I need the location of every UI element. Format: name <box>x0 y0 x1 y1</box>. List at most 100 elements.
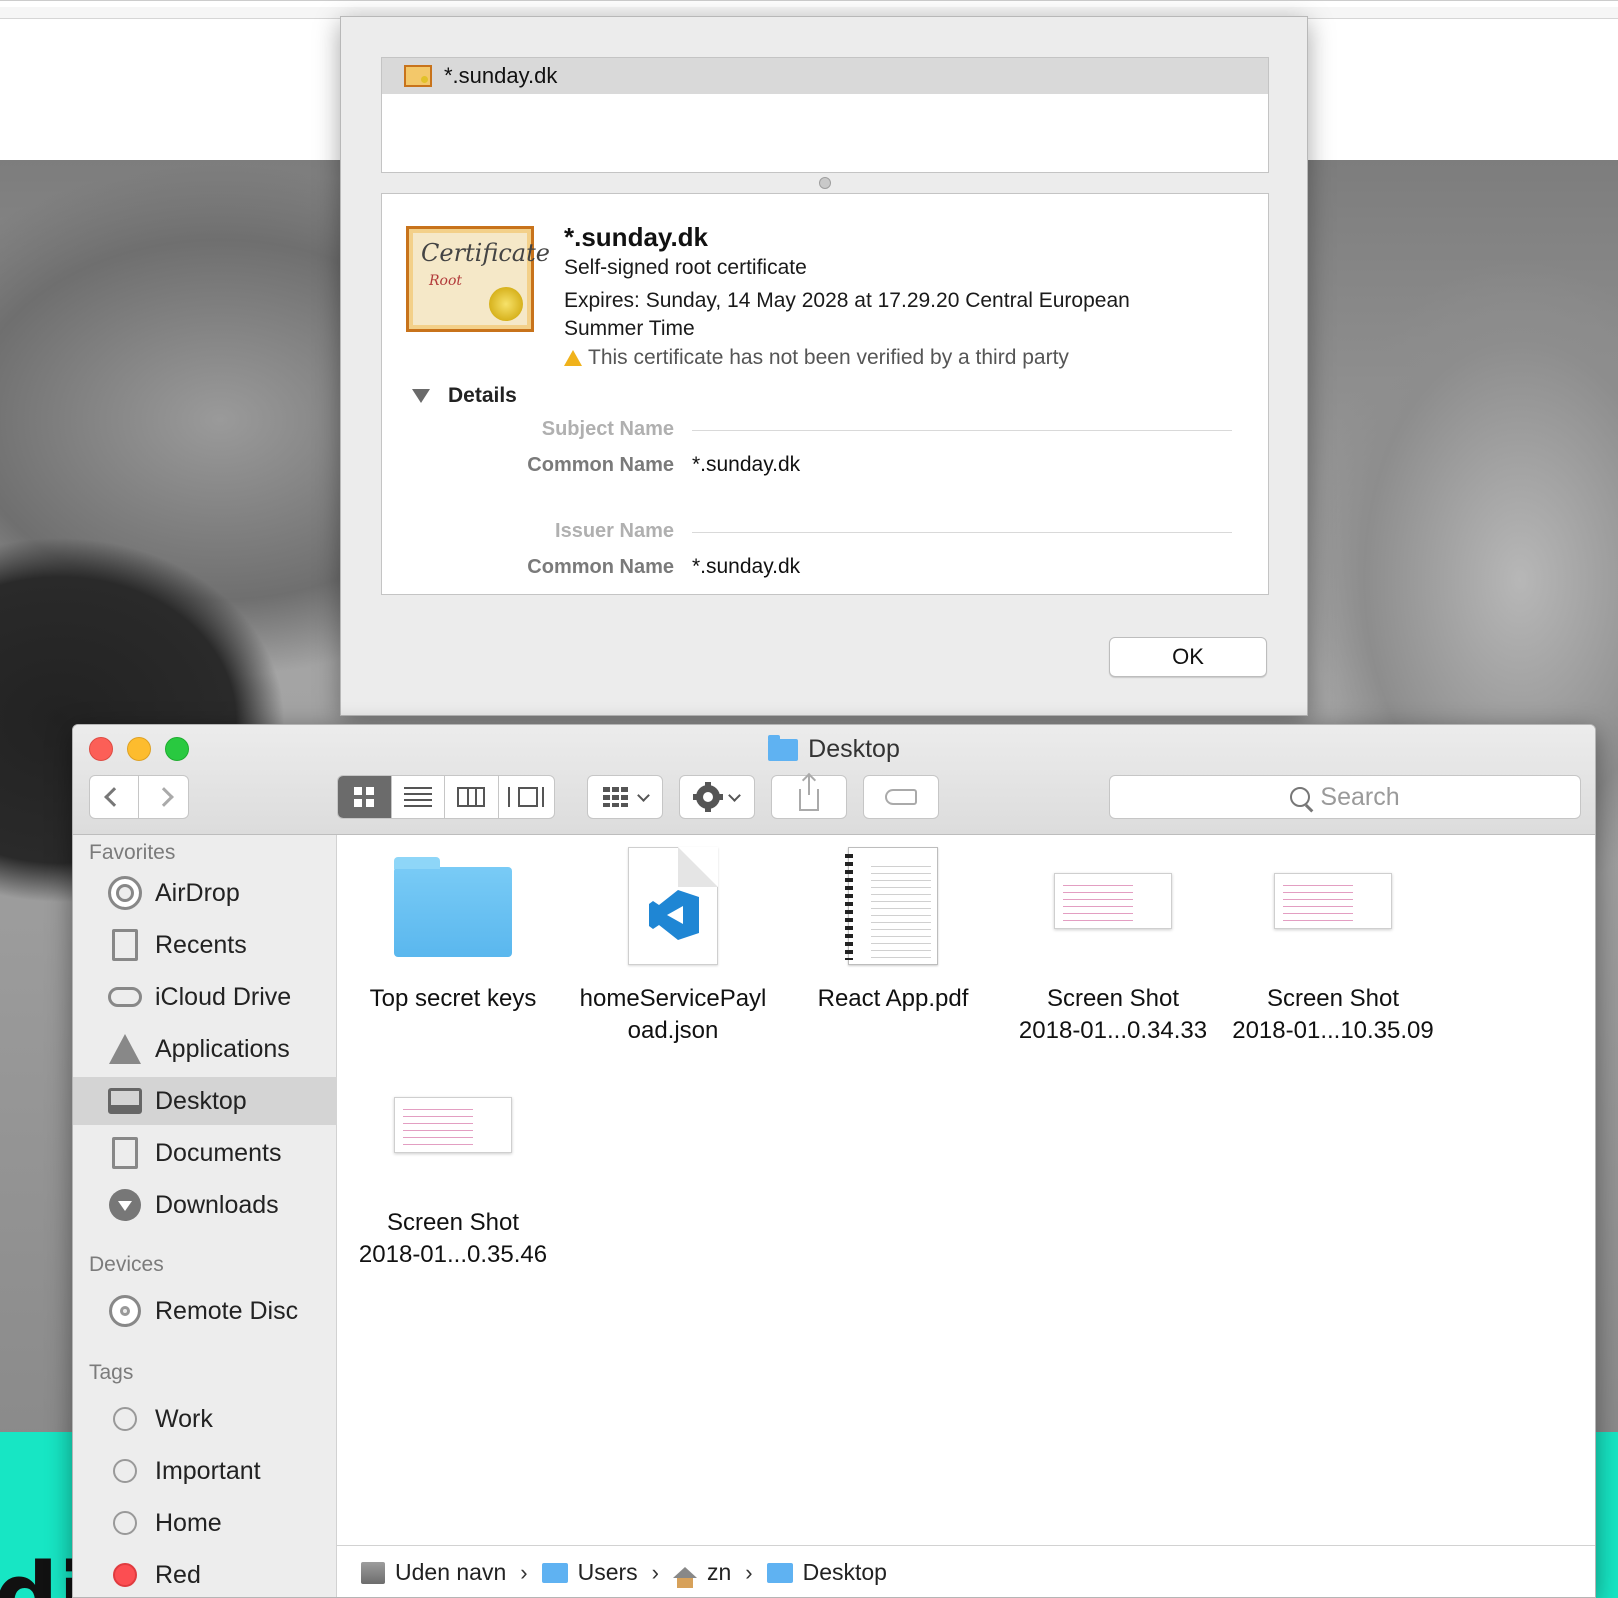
file-name: homeServicePayl oad.json <box>579 985 767 1044</box>
ok-button[interactable]: OK <box>1109 637 1267 677</box>
sidebar-item-label: Work <box>155 1404 213 1433</box>
icon-view-button[interactable] <box>338 776 392 818</box>
devices-header: Devices <box>89 1253 164 1276</box>
certificate-list-item[interactable]: *.sunday.dk <box>382 58 1268 94</box>
path-item-label: Desktop <box>802 1559 887 1585</box>
red-tag-icon <box>107 1557 143 1593</box>
chevron-left-icon <box>104 787 124 807</box>
seal-icon <box>489 287 523 321</box>
sidebar-item-label: Remote Disc <box>155 1296 299 1325</box>
path-bar: Uden navn › Users › zn › Desktop <box>337 1545 1595 1597</box>
sidebar-item-downloads[interactable]: Downloads <box>73 1181 337 1229</box>
details-disclosure[interactable]: Details <box>412 384 517 408</box>
sidebar-tag-important[interactable]: Important <box>73 1447 337 1495</box>
issuer-common-name-label: Common Name <box>527 556 674 578</box>
file-item[interactable]: React App.pdf <box>783 839 1003 1015</box>
sidebar-item-applications[interactable]: Applications <box>73 1025 337 1073</box>
airdrop-icon <box>107 875 143 911</box>
list-view-button[interactable] <box>392 776 445 818</box>
sidebar-item-label: AirDrop <box>155 878 240 907</box>
sidebar-item-label: Applications <box>155 1034 290 1063</box>
file-item[interactable]: Screen Shot 2018-01...0.35.46 <box>343 1063 563 1271</box>
vscode-json-file-icon <box>628 847 718 965</box>
file-item[interactable]: Screen Shot 2018-01...0.34.33 <box>1003 839 1223 1047</box>
path-item-label: zn <box>706 1559 732 1585</box>
cover-flow-icon <box>508 787 545 807</box>
sidebar-item-label: Important <box>155 1456 261 1485</box>
home-icon <box>672 1567 697 1588</box>
tag-icon <box>885 789 917 805</box>
split-view-handle[interactable] <box>819 177 831 189</box>
view-mode-control <box>337 775 555 819</box>
sidebar-item-airdrop[interactable]: AirDrop <box>73 869 337 917</box>
chevron-down-icon <box>636 788 650 802</box>
issuer-common-name-value: *.sunday.dk <box>692 555 801 578</box>
applications-icon <box>107 1031 143 1067</box>
chevron-down-icon <box>727 788 741 802</box>
sidebar-item-remote-disc[interactable]: Remote Disc <box>73 1287 337 1335</box>
list-view-icon <box>403 787 432 807</box>
finder-toolbar: Desktop Search <box>73 725 1595 835</box>
tags-button[interactable] <box>863 775 939 819</box>
tag-circle-icon <box>107 1401 143 1437</box>
path-item-users[interactable]: Users <box>541 1559 638 1586</box>
certificate-list-label: *.sunday.dk <box>444 63 558 88</box>
certificate-expiry: Expires: Sunday, 14 May 2028 at 17.29.20… <box>564 289 1130 340</box>
path-item-label: Uden navn <box>395 1559 507 1585</box>
folder-icon <box>541 1562 568 1583</box>
section-divider <box>692 532 1232 533</box>
sidebar-tag-red[interactable]: Red <box>73 1551 337 1597</box>
pdf-file-icon <box>845 847 938 965</box>
share-button[interactable] <box>771 775 847 819</box>
path-separator: › <box>520 1559 528 1585</box>
sidebar-item-recents[interactable]: Recents <box>73 921 337 969</box>
certificate-warning: This certificate has not been verified b… <box>564 346 1069 370</box>
action-button[interactable] <box>679 775 755 819</box>
certificate-list: *.sunday.dk <box>381 57 1269 173</box>
file-name: Screen Shot 2018-01...10.35.09 <box>1232 985 1434 1044</box>
folder-icon <box>768 734 799 761</box>
file-name: Screen Shot 2018-01...0.34.33 <box>1018 985 1208 1044</box>
certificate-icon-text: Certificate <box>421 239 550 267</box>
file-item[interactable]: Top secret keys <box>343 839 563 1015</box>
search-field[interactable]: Search <box>1109 775 1581 819</box>
documents-icon <box>107 1135 143 1171</box>
certificate-root-icon: Certificate Root <box>406 226 550 332</box>
warning-icon <box>564 350 582 366</box>
path-separator: › <box>651 1559 659 1585</box>
sidebar-item-label: Home <box>155 1508 222 1537</box>
sidebar-item-icloud-drive[interactable]: iCloud Drive <box>73 973 337 1021</box>
disclosure-triangle-icon[interactable] <box>412 389 430 403</box>
desktop-icon <box>107 1083 143 1119</box>
certificate-detail-panel: Certificate Root *.sunday.dk Self-signed… <box>381 193 1269 595</box>
gear-icon <box>692 782 723 812</box>
column-view-button[interactable] <box>445 776 499 818</box>
subject-name-heading: Subject Name <box>541 418 674 440</box>
path-item-home[interactable]: zn <box>672 1559 732 1588</box>
certificate-icon <box>404 65 432 87</box>
back-forward-control <box>89 775 189 819</box>
screenshot-thumbnail-icon <box>394 1097 512 1153</box>
path-separator: › <box>745 1559 753 1585</box>
gallery-view-button[interactable] <box>499 776 554 818</box>
path-item-desktop[interactable]: Desktop <box>766 1559 887 1586</box>
chevron-right-icon <box>153 787 174 807</box>
tags-header: Tags <box>89 1361 134 1384</box>
arrange-button[interactable] <box>587 775 663 819</box>
forward-button[interactable] <box>139 776 188 818</box>
sidebar-item-documents[interactable]: Documents <box>73 1129 337 1177</box>
file-item[interactable]: homeServicePayl oad.json <box>563 839 783 1047</box>
sidebar-tag-home[interactable]: Home <box>73 1499 337 1547</box>
screenshot-thumbnail-icon <box>1054 873 1172 929</box>
path-item-volume[interactable]: Uden navn <box>361 1559 506 1586</box>
file-item[interactable]: Screen Shot 2018-01...10.35.09 <box>1223 839 1443 1047</box>
warning-text: This certificate has not been verified b… <box>588 346 1069 369</box>
search-icon <box>1290 787 1311 807</box>
sidebar-tag-work[interactable]: Work <box>73 1395 337 1443</box>
back-button[interactable] <box>90 776 140 818</box>
finder-sidebar: Favorites AirDrop Recents iCloud Drive A… <box>73 835 337 1597</box>
folder-icon <box>394 857 512 957</box>
sidebar-item-desktop[interactable]: Desktop <box>73 1077 337 1125</box>
icon-view-icon <box>354 787 375 807</box>
favorites-header: Favorites <box>89 841 176 864</box>
